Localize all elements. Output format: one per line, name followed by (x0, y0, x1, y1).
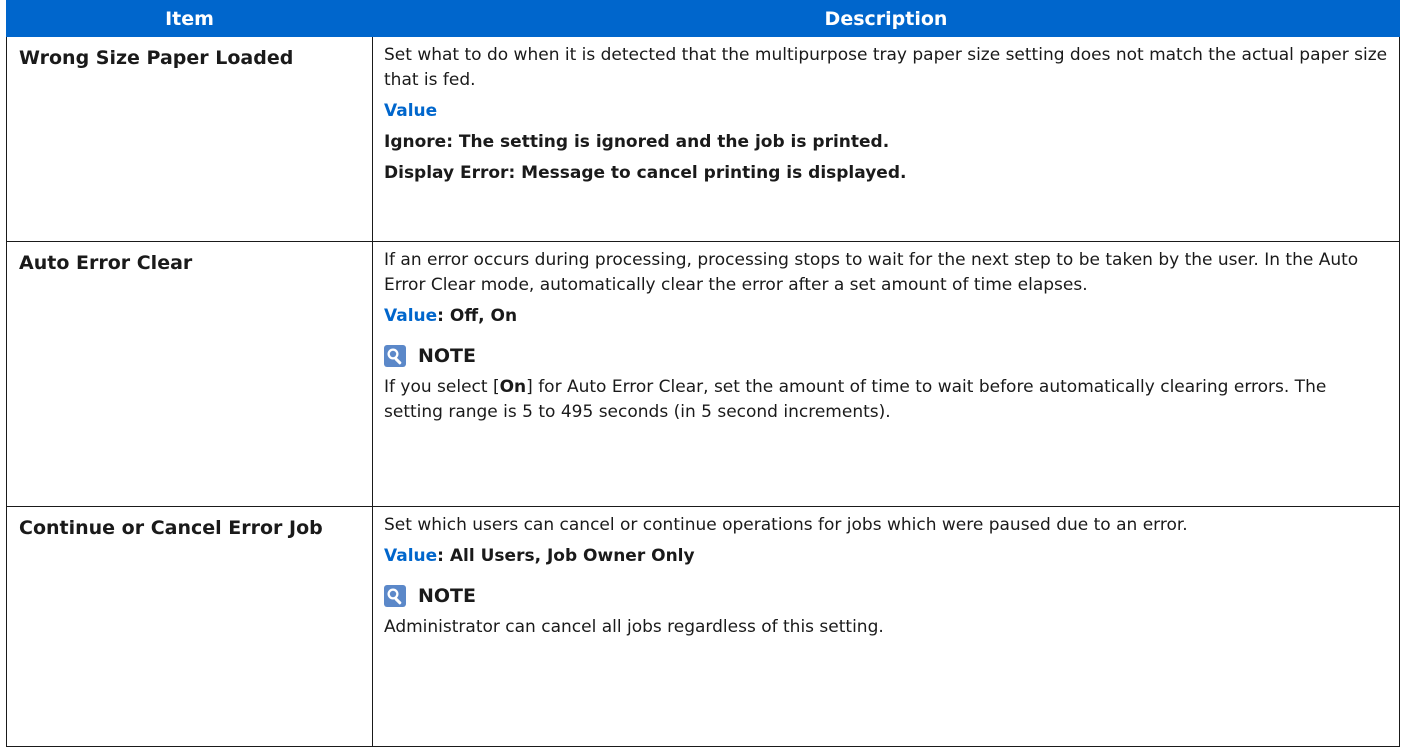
note-header: NOTE (384, 583, 1389, 609)
description-text: Set which users can cancel or continue o… (384, 515, 1188, 535)
note-title: NOTE (418, 584, 476, 607)
value-line: Value: Off, On (384, 304, 1389, 329)
note-header: NOTE (384, 343, 1389, 369)
value-label: Value (384, 546, 438, 566)
header-item: Item (6, 0, 373, 37)
value-line: Value: All Users, Job Owner Only (384, 544, 1389, 569)
value-text: : Off, On (437, 306, 518, 326)
settings-table: Item Description Wrong Size Paper Loaded… (6, 0, 1400, 747)
value-text: : All Users, Job Owner Only (437, 546, 695, 566)
note-text-part: ] for Auto Error Clear, set the amount o… (384, 377, 1327, 422)
description-cell: Set which users can cancel or continue o… (372, 506, 1400, 747)
description-cell: If an error occurs during processing, pr… (372, 241, 1400, 507)
value-option: Ignore: The setting is ignored and the j… (384, 132, 890, 152)
item-cell: Continue or Cancel Error Job (6, 506, 373, 747)
note-text: Administrator can cancel all jobs regard… (384, 617, 884, 637)
item-cell: Wrong Size Paper Loaded (6, 36, 373, 242)
note-magnifier-icon (384, 585, 406, 607)
description-text: If an error occurs during processing, pr… (384, 250, 1359, 295)
note-text: If you select [On] for Auto Error Clear,… (384, 375, 1389, 425)
table-row: Auto Error Clear If an error occurs duri… (6, 241, 1400, 507)
value-label: Value (384, 101, 438, 121)
value-option: Display Error: Message to cancel printin… (384, 163, 907, 183)
table-row: Wrong Size Paper Loaded Set what to do w… (6, 36, 1400, 242)
note-magnifier-icon (384, 345, 406, 367)
note-bold-on: On (499, 377, 527, 397)
table-row: Continue or Cancel Error Job Set which u… (6, 506, 1400, 747)
description-text: Set what to do when it is detected that … (384, 45, 1388, 90)
note-text-part: If you select [ (384, 377, 500, 397)
note-title: NOTE (418, 344, 476, 367)
value-label: Value (384, 306, 438, 326)
description-cell: Set what to do when it is detected that … (372, 36, 1400, 242)
table-header-row: Item Description (6, 0, 1400, 37)
header-description: Description (372, 0, 1400, 37)
item-cell: Auto Error Clear (6, 241, 373, 507)
